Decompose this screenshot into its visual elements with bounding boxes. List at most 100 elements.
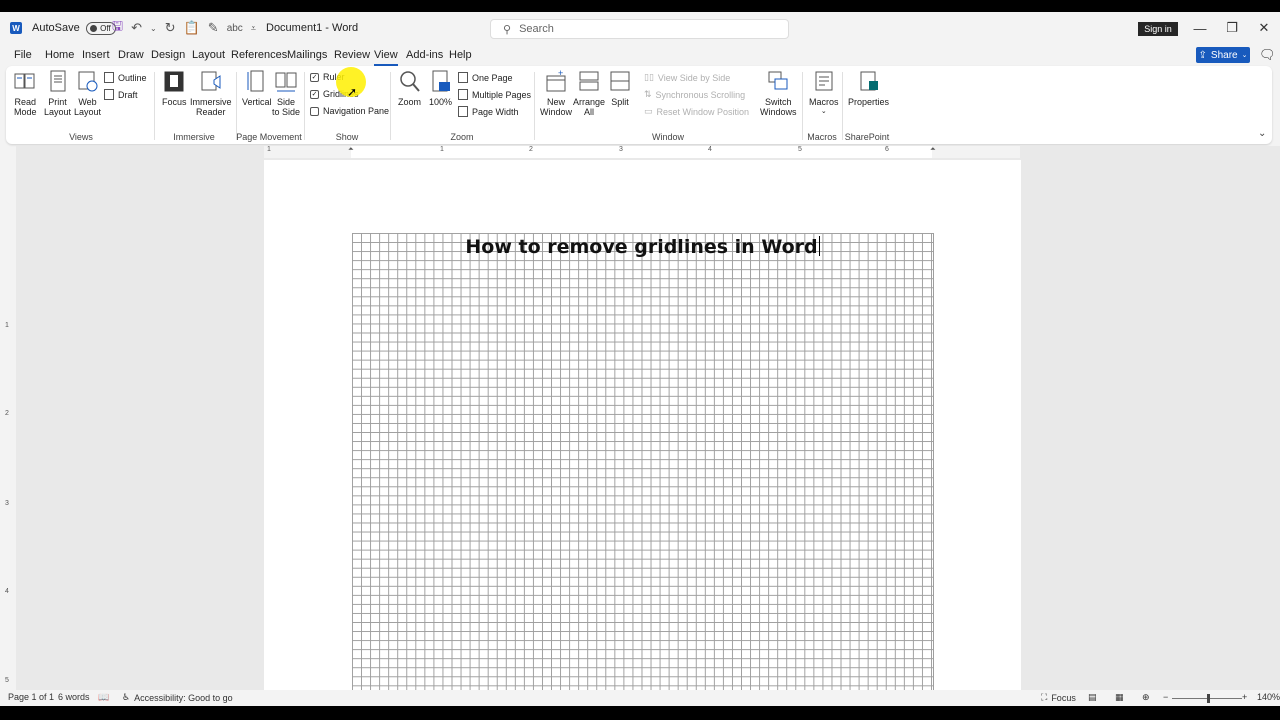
word-window: W AutoSave Off 🖫 ↶ ⌄ ↻ 📋 ✎ abc ⩡ Documen… [0, 12, 1280, 706]
immersive-reader-button[interactable]: Immersive Reader [190, 70, 232, 117]
text-cursor [818, 236, 820, 256]
tab-help[interactable]: Help [449, 46, 472, 64]
zoom-100-icon [430, 70, 452, 94]
side-to-side-button[interactable]: Side to Side [272, 70, 300, 117]
tab-view[interactable]: View [374, 46, 398, 66]
share-button[interactable]: ⇪ Share ⌄ [1196, 47, 1250, 63]
web-layout-button[interactable]: Web Layout [74, 70, 101, 117]
print-layout-button[interactable]: Print Layout [40, 68, 76, 123]
undo-icon[interactable]: ↶ [131, 20, 142, 36]
view-side-by-side-button[interactable]: ▯▯ View Side by Side [644, 72, 730, 83]
web-layout-icon [77, 70, 99, 94]
group-separator [534, 72, 535, 140]
zoom-group-label: Zoom [450, 132, 474, 142]
undo-dropdown-icon[interactable]: ⌄ [150, 24, 157, 33]
split-button[interactable]: Split [609, 70, 631, 107]
new-window-icon: + [545, 68, 567, 94]
ruler-number: 1 [5, 322, 9, 329]
multiple-pages-button[interactable]: Multiple Pages [458, 89, 531, 100]
print-layout-label-1: Print [48, 97, 67, 107]
tab-insert[interactable]: Insert [82, 46, 110, 64]
tab-layout[interactable]: Layout [192, 46, 225, 64]
group-separator [236, 72, 237, 140]
zoom-100-button[interactable]: 100% [429, 70, 452, 107]
sign-in-button[interactable]: Sign in [1138, 22, 1178, 36]
macros-button[interactable]: Macros ⌄ [809, 70, 839, 117]
format-painter-icon[interactable]: ✎ [208, 20, 219, 36]
vertical-icon [246, 70, 268, 94]
focus-mode-button[interactable]: ⛶ Focus [1041, 692, 1076, 703]
reset-window-button[interactable]: ▭ Reset Window Position [644, 106, 749, 117]
mouse-pointer-icon: ➚ [347, 85, 358, 99]
zoom-slider-thumb[interactable] [1207, 694, 1210, 703]
accessibility-status[interactable]: ♿ Accessibility: Good to go [122, 692, 233, 703]
vertical-button[interactable]: Vertical [238, 68, 276, 113]
zoom-in-icon[interactable]: + [1242, 692, 1247, 702]
comments-icon[interactable]: 🗨 [1259, 47, 1276, 63]
navigation-pane-check-icon [310, 106, 319, 116]
tab-draw[interactable]: Draw [118, 46, 144, 64]
ruler-number: 6 [885, 146, 889, 153]
one-page-button[interactable]: One Page [458, 72, 513, 83]
word-count[interactable]: 6 words [58, 692, 90, 702]
window-group-label: Window [651, 132, 685, 142]
horizontal-ruler[interactable]: ⏶ ⏶ 1 1 2 3 4 5 6 [264, 146, 1020, 158]
tab-review[interactable]: Review [334, 46, 370, 64]
clipboard-icon[interactable]: 📋 [184, 20, 200, 36]
ruler-number: 5 [5, 677, 9, 684]
read-mode-view-icon[interactable]: ▤ [1088, 692, 1097, 703]
outline-button[interactable]: Outline [104, 72, 147, 83]
share-icon: ⇪ [1198, 49, 1207, 61]
redo-icon[interactable]: ↻ [165, 20, 176, 36]
group-separator [154, 72, 155, 140]
tab-home[interactable]: Home [45, 46, 74, 64]
switch-windows-button[interactable]: Switch Windows [760, 70, 797, 117]
sync-scrolling-icon: ⇅ [644, 89, 652, 99]
document-heading[interactable]: How to remove gridlines in Word [264, 236, 1021, 258]
search-box[interactable]: ⚲ Search [490, 19, 789, 39]
tab-file[interactable]: File [14, 46, 32, 64]
ruler-indent-marker-icon[interactable]: ⏶ [348, 146, 354, 154]
arrange-all-button[interactable]: Arrange All [573, 70, 605, 117]
tab-mailings[interactable]: Mailings [287, 46, 327, 64]
page-width-button[interactable]: Page Width [458, 106, 519, 117]
side-to-side-label-2: to Side [272, 107, 301, 117]
customize-qat-icon[interactable]: ⩡ [251, 23, 256, 34]
page-count[interactable]: Page 1 of 1 [8, 692, 54, 702]
ribbon-expand-icon[interactable]: ⌄ [1258, 128, 1266, 139]
reset-window-icon: ▭ [644, 106, 653, 116]
share-dropdown-icon: ⌄ [1241, 52, 1248, 59]
proofing-icon[interactable]: 📖 [98, 692, 109, 703]
properties-button[interactable]: Properties [848, 70, 889, 107]
tab-add-ins[interactable]: Add-ins [406, 46, 443, 64]
tab-design[interactable]: Design [151, 46, 185, 64]
sync-scrolling-button[interactable]: ⇅ Synchronous Scrolling [644, 89, 745, 100]
maximize-icon[interactable]: ❐ [1217, 12, 1247, 44]
ribbon-tabs: File Home Insert Draw Design Layout Refe… [0, 46, 1280, 66]
autosave[interactable]: AutoSave Off [32, 12, 116, 44]
read-mode-button[interactable]: Read Mode [14, 70, 37, 117]
zoom-out-icon[interactable]: − [1163, 692, 1168, 702]
zoom-button[interactable]: Zoom [398, 70, 421, 107]
multiple-pages-icon [458, 89, 468, 100]
tab-references[interactable]: References [231, 46, 287, 64]
navigation-pane-checkbox[interactable]: Navigation Pane [310, 106, 389, 116]
ruler-right-indent-icon[interactable]: ⏶ [930, 146, 936, 154]
web-layout-view-icon[interactable]: ⊕ [1142, 692, 1150, 703]
focus-button[interactable]: Focus [162, 70, 187, 107]
print-layout-view-icon[interactable]: ▦ [1115, 692, 1124, 703]
vertical-ruler[interactable]: 1 2 3 4 5 [3, 152, 13, 702]
zoom-level[interactable]: 140% [1257, 692, 1280, 702]
spelling-icon[interactable]: abc [227, 23, 243, 34]
outline-label: Outline [118, 72, 147, 83]
zoom-magnifier-icon [399, 70, 421, 94]
save-icon[interactable]: 🖫 [112, 17, 123, 39]
ruler-number: 3 [5, 500, 9, 507]
minimize-icon[interactable]: — [1185, 12, 1215, 44]
properties-label: Properties [848, 97, 890, 107]
close-icon[interactable]: ✕ [1249, 12, 1279, 44]
view-side-by-side-icon: ▯▯ [644, 72, 654, 82]
new-window-button[interactable]: + New Window [540, 68, 572, 117]
document-page[interactable]: How to remove gridlines in Word [264, 160, 1021, 703]
draft-button[interactable]: Draft [104, 89, 138, 100]
